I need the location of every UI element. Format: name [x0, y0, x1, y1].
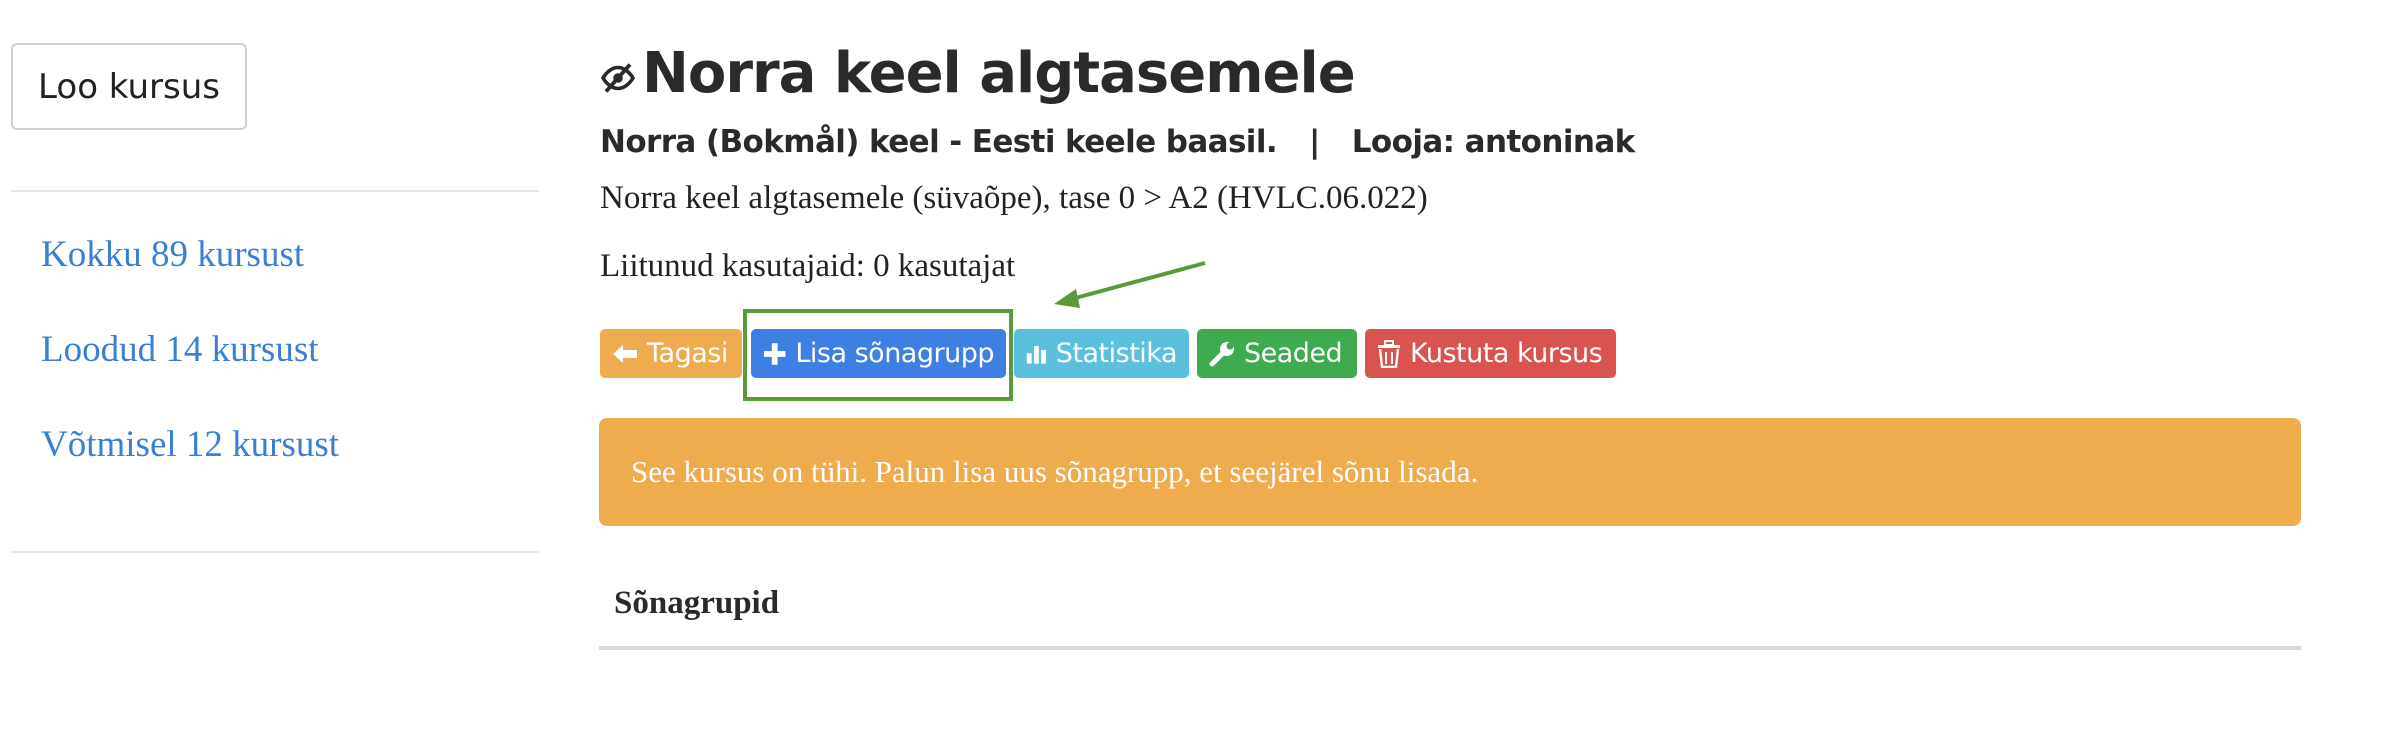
empty-course-alert-text: See kursus on tühi. Palun lisa uus sõnag…	[631, 454, 1479, 489]
back-button-label: Tagasi	[647, 338, 728, 369]
delete-course-label: Kustuta kursus	[1410, 338, 1603, 369]
trash-icon	[1378, 339, 1400, 368]
annotation-arrow	[1054, 261, 1206, 308]
course-creator: Looja: antoninak	[1351, 124, 1635, 160]
empty-course-alert: See kursus on tühi. Palun lisa uus sõnag…	[599, 418, 2301, 526]
course-language: Norra (Bokmål) keel - Eesti keele baasil…	[600, 124, 1278, 160]
settings-button[interactable]: Seaded	[1197, 329, 1357, 378]
delete-course-button[interactable]: Kustuta kursus	[1365, 329, 1616, 378]
arrow-left-icon	[613, 344, 637, 363]
back-button[interactable]: Tagasi	[600, 329, 742, 378]
create-course-button[interactable]: Loo kursus	[11, 43, 247, 130]
eye-slash-icon	[600, 63, 636, 93]
annotation-highlight-box	[743, 309, 1013, 401]
course-subtitle: Norra (Bokmål) keel - Eesti keele baasil…	[600, 124, 1635, 160]
statistics-label: Statistika	[1055, 338, 1178, 369]
course-description: Norra keel algtasemele (süvaõpe), tase 0…	[600, 180, 1428, 216]
wrench-icon	[1209, 341, 1234, 366]
course-title-row: Norra keel algtasemele	[600, 38, 1356, 108]
sidebar-link-enrolled-courses[interactable]: Võtmisel 12 kursust	[41, 423, 339, 466]
statistics-button[interactable]: Statistika	[1014, 329, 1189, 378]
word-groups-divider	[599, 646, 2301, 650]
settings-label: Seaded	[1244, 338, 1343, 369]
page-title: Norra keel algtasemele	[642, 40, 1356, 106]
subtitle-separator: |	[1309, 124, 1320, 160]
sidebar-link-total-courses[interactable]: Kokku 89 kursust	[41, 233, 304, 276]
sidebar-link-created-courses[interactable]: Loodud 14 kursust	[41, 328, 319, 371]
joined-users-count: Liitunud kasutajaid: 0 kasutajat	[600, 248, 1016, 284]
sidebar-divider-bottom	[11, 551, 539, 553]
word-groups-heading: Sõnagrupid	[614, 585, 780, 621]
sidebar-divider-top	[11, 190, 539, 192]
bar-chart-icon	[1026, 345, 1046, 364]
